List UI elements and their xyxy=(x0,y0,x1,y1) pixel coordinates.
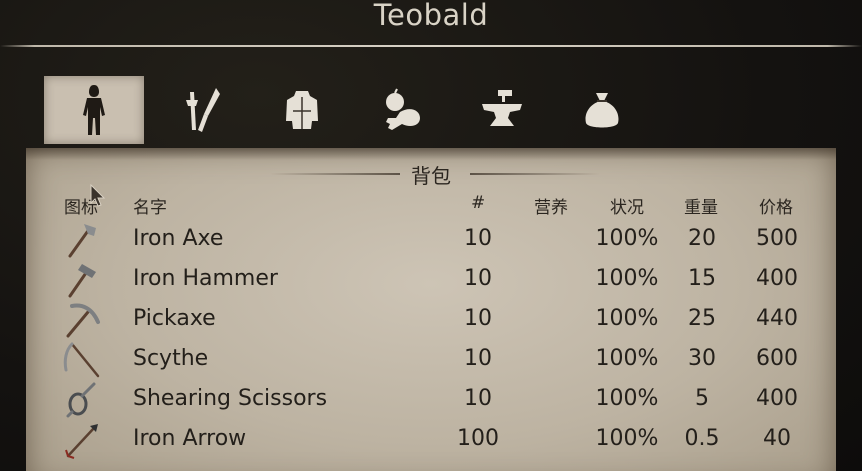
mouse-cursor-icon xyxy=(90,184,106,207)
table-row[interactable]: Pickaxe 10 100% 25 440 xyxy=(0,300,862,340)
axe-icon xyxy=(68,224,96,258)
item-weight: 5 xyxy=(695,386,709,411)
item-condition: 100% xyxy=(595,346,659,371)
pickaxe-icon xyxy=(66,303,100,338)
item-weight: 25 xyxy=(688,306,716,331)
item-condition: 100% xyxy=(595,426,659,451)
item-name: Pickaxe xyxy=(133,306,216,331)
inventory-screen: Teobald 背包 图标 名字 # 营养 状况 重量 价格 Iron Axe … xyxy=(0,0,862,471)
column-header-price[interactable]: 价格 xyxy=(759,193,793,218)
tab-food[interactable] xyxy=(352,76,452,144)
tab-crafting[interactable] xyxy=(452,76,552,144)
column-header-condition[interactable]: 状况 xyxy=(610,193,644,218)
item-count: 10 xyxy=(464,306,492,331)
table-row[interactable]: Shearing Scissors 10 100% 5 400 xyxy=(0,380,862,420)
item-count: 10 xyxy=(464,226,492,251)
scythe-icon xyxy=(63,342,100,378)
item-condition: 100% xyxy=(595,386,659,411)
table-row[interactable]: Iron Arrow 100 100% 0.5 40 xyxy=(0,420,862,460)
item-name: Shearing Scissors xyxy=(133,386,328,411)
arrow-icon xyxy=(65,424,98,459)
character-name: Teobald xyxy=(373,0,489,32)
title-divider xyxy=(0,45,862,47)
section-divider-right xyxy=(470,173,600,175)
item-name: Iron Hammer xyxy=(133,266,278,291)
item-price: 500 xyxy=(756,226,798,251)
item-weight: 20 xyxy=(688,226,716,251)
tab-clothing[interactable] xyxy=(252,76,352,144)
clothing-icon xyxy=(286,91,318,129)
item-weight: 30 xyxy=(688,346,716,371)
column-header-nutrition[interactable]: 营养 xyxy=(534,193,568,218)
sack-icon xyxy=(585,93,619,128)
character-icon xyxy=(83,85,105,135)
table-row[interactable]: Iron Axe 10 100% 20 500 xyxy=(0,220,862,260)
section-title: 背包 xyxy=(411,164,451,188)
tab-tools[interactable] xyxy=(152,76,252,144)
item-count: 10 xyxy=(464,386,492,411)
column-header-weight[interactable]: 重量 xyxy=(684,193,718,218)
item-price: 400 xyxy=(756,266,798,291)
item-price: 600 xyxy=(756,346,798,371)
item-name: Iron Arrow xyxy=(133,426,247,451)
item-condition: 100% xyxy=(595,266,659,291)
item-weight: 15 xyxy=(688,266,716,291)
item-count: 100 xyxy=(457,426,499,451)
item-name: Iron Axe xyxy=(133,226,224,251)
table-row[interactable]: Iron Hammer 10 100% 15 400 xyxy=(0,260,862,300)
column-header-count[interactable]: # xyxy=(471,193,485,213)
hammer-icon xyxy=(68,264,96,298)
table-row[interactable]: Scythe 10 100% 30 600 xyxy=(0,340,862,380)
item-name: Scythe xyxy=(133,346,209,371)
tools-icon xyxy=(186,88,220,132)
item-price: 440 xyxy=(756,306,798,331)
item-price: 40 xyxy=(763,426,791,451)
food-icon xyxy=(386,88,420,130)
item-condition: 100% xyxy=(595,306,659,331)
scissors-icon xyxy=(66,382,96,418)
item-weight: 0.5 xyxy=(684,426,720,451)
item-count: 10 xyxy=(464,346,492,371)
item-count: 10 xyxy=(464,266,492,291)
tab-misc[interactable] xyxy=(552,76,652,144)
anvil-icon xyxy=(482,90,522,126)
item-condition: 100% xyxy=(595,226,659,251)
tab-character[interactable] xyxy=(44,76,144,144)
column-header-name[interactable]: 名字 xyxy=(133,193,167,218)
item-price: 400 xyxy=(756,386,798,411)
